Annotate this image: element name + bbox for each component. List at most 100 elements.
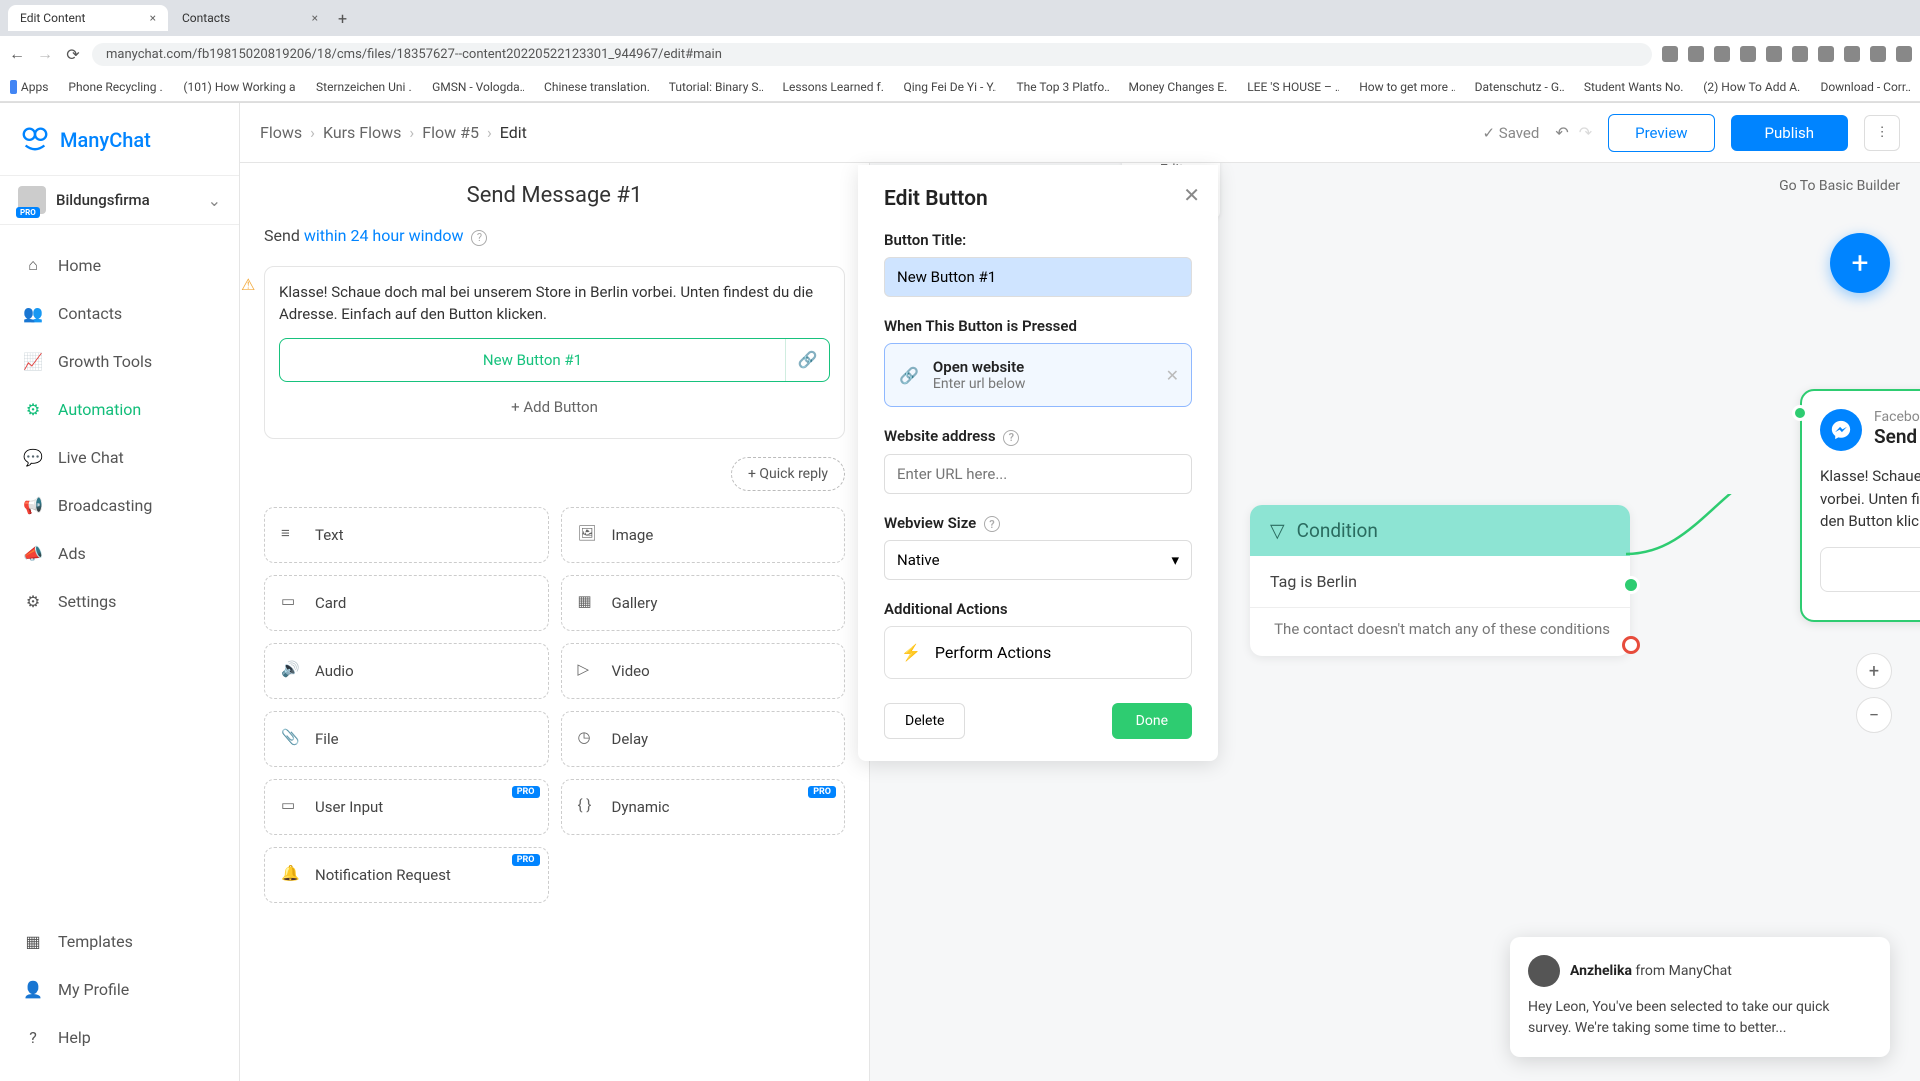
ext-icon[interactable] — [1844, 46, 1860, 62]
sidebar-item-growth-tools[interactable]: 📈Growth Tools — [0, 337, 239, 385]
bookmark-item[interactable]: Student Wants No… — [1580, 80, 1683, 94]
ext-icon[interactable] — [1766, 46, 1782, 62]
add-step-fab[interactable]: + — [1830, 233, 1890, 293]
remove-icon[interactable]: ✕ — [1166, 366, 1179, 385]
url-input[interactable] — [884, 454, 1192, 494]
browser-tab[interactable]: Edit Content × — [8, 5, 168, 31]
quick-reply-button[interactable]: + Quick reply — [731, 457, 845, 491]
add-button[interactable]: + Add Button — [279, 390, 830, 424]
sidebar-item-home[interactable]: ⌂Home — [0, 241, 239, 289]
palette-notification-request[interactable]: 🔔Notification RequestPRO — [264, 847, 549, 903]
editor-title[interactable]: Send Message #1 — [264, 183, 845, 208]
close-icon[interactable]: ✕ — [1183, 183, 1200, 207]
message-block[interactable]: ⚠ Klasse! Schaue doch mal bei unserem St… — [264, 266, 845, 439]
basic-builder-link[interactable]: Go To Basic Builder — [1779, 178, 1900, 194]
in-port[interactable] — [1792, 405, 1808, 421]
bookmark-item[interactable]: GMSN - Vologda… — [428, 80, 524, 94]
bookmark-item[interactable]: Sternzeichen Uni … — [312, 80, 412, 94]
more-button[interactable]: ⋮ — [1864, 115, 1900, 151]
ext-icon[interactable] — [1740, 46, 1756, 62]
crumb: Edit — [500, 123, 527, 142]
bookmark-item[interactable]: Qing Fei De Yi - Y… — [899, 80, 996, 94]
bookmark-item[interactable]: Datenschutz - G… — [1471, 80, 1564, 94]
open-website-card[interactable]: 🔗 Open website Enter url below ✕ — [884, 343, 1192, 407]
chat-widget[interactable]: Anzhelika from ManyChat Hey Leon, You've… — [1510, 937, 1890, 1057]
close-icon[interactable]: × — [150, 11, 156, 25]
bookmark-item[interactable]: (2) How To Add A… — [1699, 80, 1800, 94]
sidebar-item-live-chat[interactable]: 💬Live Chat — [0, 433, 239, 481]
webview-select[interactable]: Native▾ — [884, 540, 1192, 580]
ext-icon[interactable] — [1896, 46, 1912, 62]
bookmark-item[interactable]: Apps — [10, 80, 48, 94]
palette-audio[interactable]: 🔊Audio — [264, 643, 549, 699]
delete-button[interactable]: Delete — [884, 703, 965, 739]
crumb[interactable]: Kurs Flows — [323, 123, 401, 142]
sidebar-item-help[interactable]: ?Help — [0, 1013, 239, 1061]
ext-icon[interactable] — [1662, 46, 1678, 62]
bookmark-item[interactable]: Phone Recycling … — [64, 80, 163, 94]
sidebar-item-templates[interactable]: ▦Templates — [0, 917, 239, 965]
button-title-input[interactable] — [884, 257, 1192, 297]
undo-icon[interactable]: ↶ — [1555, 123, 1568, 142]
ext-icon[interactable] — [1870, 46, 1886, 62]
bookmark-item[interactable]: Lessons Learned f… — [779, 80, 884, 94]
bookmark-item[interactable]: The Top 3 Platfo… — [1012, 80, 1108, 94]
forward-icon[interactable]: → — [36, 45, 54, 63]
bookmark-item[interactable]: Download - Corr… — [1816, 80, 1910, 94]
palette-user-input[interactable]: ▭User InputPRO — [264, 779, 549, 835]
ext-icon[interactable] — [1792, 46, 1808, 62]
account-selector[interactable]: PRO Bildungsfirma ⌄ — [0, 175, 239, 225]
sidebar-item-automation[interactable]: ⚙Automation — [0, 385, 239, 433]
url-input[interactable]: manychat.com/fb19815020819206/18/cms/fil… — [92, 43, 1652, 66]
publish-button[interactable]: Publish — [1731, 115, 1848, 151]
reload-icon[interactable]: ⟳ — [64, 45, 82, 63]
help-icon[interactable]: ? — [471, 230, 487, 246]
preview-button[interactable]: Preview — [1608, 114, 1714, 152]
logo[interactable]: ManyChat — [0, 117, 239, 175]
help-icon[interactable]: ? — [984, 516, 1000, 532]
palette-delay[interactable]: ◷Delay — [561, 711, 846, 767]
palette-text[interactable]: ≡Text — [264, 507, 549, 563]
bookmark-item[interactable]: Chinese translation… — [540, 80, 649, 94]
help-icon: ? — [22, 1026, 44, 1048]
new-tab-button[interactable]: + — [332, 3, 353, 34]
palette-dynamic[interactable]: { }DynamicPRO — [561, 779, 846, 835]
sidebar-item-settings[interactable]: ⚙Settings — [0, 577, 239, 625]
node-button[interactable]: New Button #1 ✨ — [1820, 547, 1920, 592]
out-port-match[interactable] — [1622, 576, 1640, 594]
palette-gallery[interactable]: ▦Gallery — [561, 575, 846, 631]
perform-actions-card[interactable]: ⚡ Perform Actions — [884, 626, 1192, 679]
palette-image[interactable]: 🖼Image — [561, 507, 846, 563]
done-button[interactable]: Done — [1112, 703, 1192, 739]
palette-card[interactable]: ▭Card — [264, 575, 549, 631]
bookmark-item[interactable]: LEE 'S HOUSE – … — [1243, 80, 1339, 94]
palette-file[interactable]: 📎File — [264, 711, 549, 767]
ext-icon[interactable] — [1714, 46, 1730, 62]
palette-video[interactable]: ▷Video — [561, 643, 846, 699]
out-port-nomatch[interactable] — [1622, 636, 1640, 654]
help-icon[interactable]: ? — [1003, 430, 1019, 446]
send-window-link[interactable]: within 24 hour window — [304, 226, 464, 245]
redo-icon[interactable]: ↷ — [1579, 123, 1592, 142]
back-icon[interactable]: ← — [8, 45, 26, 63]
browser-tab[interactable]: Contacts × — [170, 5, 330, 31]
zoom-out-button[interactable]: − — [1856, 697, 1892, 733]
sidebar-item-contacts[interactable]: 👥Contacts — [0, 289, 239, 337]
crumb[interactable]: Flow #5 — [422, 123, 479, 142]
bookmark-item[interactable]: How to get more … — [1355, 80, 1454, 94]
close-icon[interactable]: × — [312, 11, 318, 25]
ext-icon[interactable] — [1688, 46, 1704, 62]
facebook-message-node[interactable]: ♡ Facebook Send Message #1 Klasse! Schau… — [1800, 389, 1920, 622]
sidebar-item-my-profile[interactable]: 👤My Profile — [0, 965, 239, 1013]
message-button[interactable]: New Button #1 🔗 — [279, 338, 830, 382]
sidebar-item-ads[interactable]: 📣Ads — [0, 529, 239, 577]
sidebar-item-broadcasting[interactable]: 📢Broadcasting — [0, 481, 239, 529]
message-text[interactable]: Klasse! Schaue doch mal bei unserem Stor… — [279, 281, 830, 326]
bookmark-item[interactable]: Money Changes E… — [1125, 80, 1228, 94]
bookmark-item[interactable]: Tutorial: Binary S… — [665, 80, 763, 94]
condition-node[interactable]: ▽ Condition Tag is Berlin The contact do… — [1250, 505, 1630, 656]
ext-icon[interactable] — [1818, 46, 1834, 62]
bookmark-item[interactable]: (101) How Working a… — [179, 80, 296, 94]
zoom-in-button[interactable]: + — [1856, 653, 1892, 689]
crumb[interactable]: Flows — [260, 123, 302, 142]
